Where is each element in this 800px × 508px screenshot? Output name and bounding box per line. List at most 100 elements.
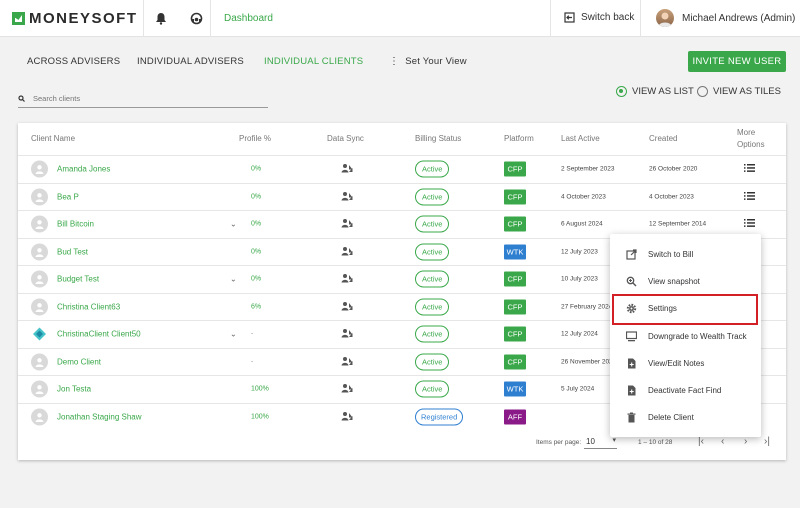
last-active-date: 10 July 2023: [561, 275, 598, 283]
radio-selected-icon: [616, 86, 627, 97]
logo-text: MONEYSOFT: [29, 10, 138, 27]
platform-badge: WTK: [504, 381, 526, 397]
support-icon[interactable]: [189, 11, 203, 25]
view-as-list-option[interactable]: VIEW AS LIST: [616, 86, 694, 97]
col-profile[interactable]: Profile %: [239, 134, 271, 144]
status-badge: Active: [415, 160, 450, 178]
status-badge: Active: [415, 298, 450, 316]
search-input[interactable]: [33, 94, 233, 103]
set-your-view-button[interactable]: ⋮ Set Your View: [389, 56, 467, 67]
tab-across-advisers[interactable]: ACROSS ADVISERS: [27, 56, 120, 67]
menu-item-deactivate-fact-find[interactable]: Deactivate Fact Find: [610, 377, 761, 404]
platform-badge: CFP: [504, 161, 526, 177]
profile-percent: 6%: [251, 303, 262, 311]
nav-dashboard[interactable]: Dashboard: [224, 13, 273, 24]
person-avatar-icon: [31, 353, 48, 371]
last-active-date: 6 August 2024: [561, 220, 603, 228]
zoom-icon: [626, 276, 637, 287]
status-badge: Active: [415, 215, 450, 233]
chevron-down-icon[interactable]: ⌄: [230, 220, 237, 229]
client-name-link[interactable]: Amanda Jones: [57, 165, 110, 174]
pagination-range: 1 – 10 of 28: [638, 439, 673, 446]
col-last-active[interactable]: Last Active: [561, 134, 600, 144]
col-billing-status[interactable]: Billing Status: [415, 134, 461, 144]
client-name-link[interactable]: Jon Testa: [57, 385, 91, 394]
user-name[interactable]: Michael Andrews (Admin): [682, 13, 795, 24]
profile-percent: 100%: [251, 385, 269, 393]
client-name-link[interactable]: Jonathan Staging Shaw: [57, 412, 142, 421]
items-per-page-label: Items per page:: [536, 439, 582, 446]
status-badge: Registered: [415, 408, 464, 426]
col-platform[interactable]: Platform: [504, 134, 534, 144]
menu-item-label: View/Edit Notes: [648, 358, 705, 368]
view-as-tiles-label: VIEW AS TILES: [713, 86, 781, 97]
profile-percent: 0%: [251, 275, 262, 283]
status-badge: Active: [415, 188, 450, 206]
list-menu-icon[interactable]: [744, 164, 755, 174]
data-sync-icon: [341, 328, 353, 340]
tab-individual-clients[interactable]: INDIVIDUAL CLIENTS: [264, 56, 363, 67]
table-row[interactable]: Amanda Jones 0% Active CFP 2 September 2023 2…: [18, 155, 786, 183]
client-name-link[interactable]: ChristinaClient Client50: [57, 330, 141, 339]
tab-individual-advisers[interactable]: INDIVIDUAL ADVISERS: [137, 56, 244, 67]
items-per-page-value: 10: [586, 437, 595, 446]
search-bar: [18, 90, 268, 108]
divider: [550, 0, 551, 37]
status-badge: Active: [415, 380, 450, 398]
client-name-link[interactable]: Christina Client63: [57, 302, 120, 311]
bell-icon[interactable]: [154, 11, 168, 25]
table-row[interactable]: Bea P 0% Active CFP 4 October 2023 4 October …: [18, 182, 786, 211]
client-name-link[interactable]: Bill Bitcoin: [57, 220, 94, 229]
menu-item-label: Switch to Bill: [648, 250, 694, 259]
chevron-down-icon[interactable]: ⌄: [230, 330, 237, 339]
created-date: 12 September 2014: [649, 220, 707, 228]
moneysoft-logo[interactable]: MONEYSOFT: [12, 10, 138, 27]
menu-item-switch-to-bill[interactable]: Switch to Bill: [610, 241, 761, 268]
person-avatar-icon: [31, 298, 48, 316]
client-name-link[interactable]: Budget Test: [57, 275, 99, 284]
menu-item-view-snapshot[interactable]: View snapshot: [610, 268, 761, 295]
platform-badge: CFP: [504, 299, 526, 315]
list-menu-icon[interactable]: [744, 219, 755, 229]
profile-percent: 0%: [251, 248, 262, 256]
platform-badge: CFP: [504, 189, 526, 205]
divider: [640, 0, 641, 37]
next-page-icon[interactable]: ›: [744, 436, 747, 447]
col-client-name[interactable]: Client Name: [31, 134, 75, 144]
caret-down-icon: ▾: [612, 437, 616, 444]
invite-new-user-button[interactable]: INVITE NEW USER: [688, 51, 786, 72]
note-add-icon: [626, 358, 637, 369]
created-date: 26 October 2020: [649, 165, 698, 173]
view-as-list-label: VIEW AS LIST: [632, 86, 694, 97]
client-name-link[interactable]: Demo Client: [57, 357, 101, 366]
user-avatar[interactable]: [656, 9, 674, 27]
prev-page-icon[interactable]: ‹: [721, 436, 724, 447]
last-active-date: 26 November 2021: [561, 358, 617, 366]
trash-icon: [626, 412, 637, 423]
profile-percent: -: [251, 358, 254, 366]
external-link-icon: [626, 249, 637, 260]
data-sync-icon: [341, 356, 353, 368]
client-name-link[interactable]: Bea P: [57, 192, 79, 201]
items-per-page-select[interactable]: 10 ▾: [584, 435, 617, 449]
chevron-down-icon[interactable]: ⌄: [230, 275, 237, 284]
switch-back-icon: [564, 12, 575, 23]
profile-percent: 100%: [251, 413, 269, 421]
menu-item-delete-client[interactable]: Delete Client: [610, 404, 761, 431]
status-badge: Active: [415, 325, 450, 343]
menu-item-downgrade[interactable]: Downgrade to Wealth Track: [610, 323, 761, 350]
menu-item-view-edit-notes[interactable]: View/Edit Notes: [610, 350, 761, 377]
client-name-link[interactable]: Bud Test: [57, 247, 88, 256]
last-page-icon[interactable]: ›|: [764, 436, 770, 447]
menu-item-label: Downgrade to Wealth Track: [648, 331, 747, 341]
view-as-tiles-option[interactable]: VIEW AS TILES: [697, 86, 781, 97]
client-logo-icon: [31, 326, 48, 343]
col-created[interactable]: Created: [649, 134, 677, 144]
list-menu-icon[interactable]: [744, 191, 755, 202]
first-page-icon[interactable]: |‹: [698, 436, 704, 447]
data-sync-icon: [341, 383, 353, 395]
menu-item-label: View snapshot: [648, 277, 700, 287]
profile-percent: 0%: [251, 220, 262, 228]
switch-back-button[interactable]: Switch back: [564, 12, 634, 23]
col-data-sync: Data Sync: [327, 134, 364, 143]
